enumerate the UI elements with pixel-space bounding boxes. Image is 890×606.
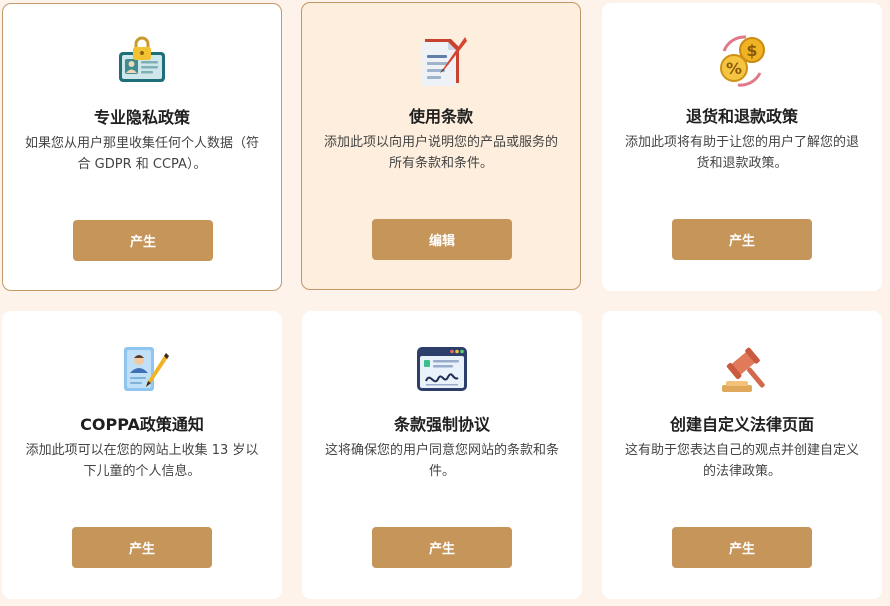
card-title: 退货和退款政策 xyxy=(685,107,798,126)
card-description: 这将确保您的用户同意您网站的条款和条件。 xyxy=(324,443,559,479)
svg-text:%: % xyxy=(726,59,742,78)
card-title: COPPA政策通知 xyxy=(80,415,204,434)
svg-text:$: $ xyxy=(746,41,757,60)
generate-button[interactable]: 产生 xyxy=(73,220,213,261)
card-description: 这有助于您表达自己的观点并创建自定义的法律政策。 xyxy=(624,443,859,479)
card-coppa-notice[interactable]: COPPA政策通知 添加此项可以在您的网站上收集 13 岁以下儿童的个人信息。 … xyxy=(2,311,282,599)
card-description: 如果您从用户那里收集任何个人数据（符合 GDPR 和 CCPA）。 xyxy=(24,136,259,172)
generate-button[interactable]: 产生 xyxy=(72,527,212,568)
card-description: 添加此项可以在您的网站上收集 13 岁以下儿童的个人信息。 xyxy=(25,443,259,479)
document-quill-icon xyxy=(413,33,469,89)
refund-coins-icon: $ % xyxy=(714,33,770,89)
card-title: 条款强制协议 xyxy=(393,415,490,434)
card-clickwrap-agreement[interactable]: 条款强制协议 这将确保您的用户同意您网站的条款和条件。 产生 xyxy=(302,311,582,599)
card-privacy-policy[interactable]: 专业隐私政策 如果您从用户那里收集任何个人数据（符合 GDPR 和 CCPA）。… xyxy=(2,3,282,291)
generate-button[interactable]: 产生 xyxy=(672,527,812,568)
generate-button[interactable]: 产生 xyxy=(372,527,512,568)
card-custom-legal-page[interactable]: 创建自定义法律页面 这有助于您表达自己的观点并创建自定义的法律政策。 产生 xyxy=(602,311,882,599)
card-description: 添加此项将有助于让您的用户了解您的退货和退款政策。 xyxy=(624,135,859,171)
card-title: 创建自定义法律页面 xyxy=(669,415,814,434)
gavel-icon xyxy=(714,341,770,397)
child-profile-pen-icon xyxy=(114,341,170,397)
generate-button[interactable]: 产生 xyxy=(672,219,812,260)
id-card-lock-icon xyxy=(114,34,170,90)
card-description: 添加此项以向用户说明您的产品或服务的所有条款和条件。 xyxy=(323,135,558,171)
card-title: 专业隐私政策 xyxy=(93,108,190,127)
card-refund-policy[interactable]: $ % 退货和退款政策 添加此项将有助于让您的用户了解您的退货和退款政策。 产生 xyxy=(602,3,882,291)
card-title: 使用条款 xyxy=(408,107,473,126)
signed-browser-window-icon xyxy=(414,341,470,397)
edit-button[interactable]: 编辑 xyxy=(372,219,512,260)
card-terms-of-use[interactable]: 使用条款 添加此项以向用户说明您的产品或服务的所有条款和条件。 编辑 xyxy=(301,2,581,290)
